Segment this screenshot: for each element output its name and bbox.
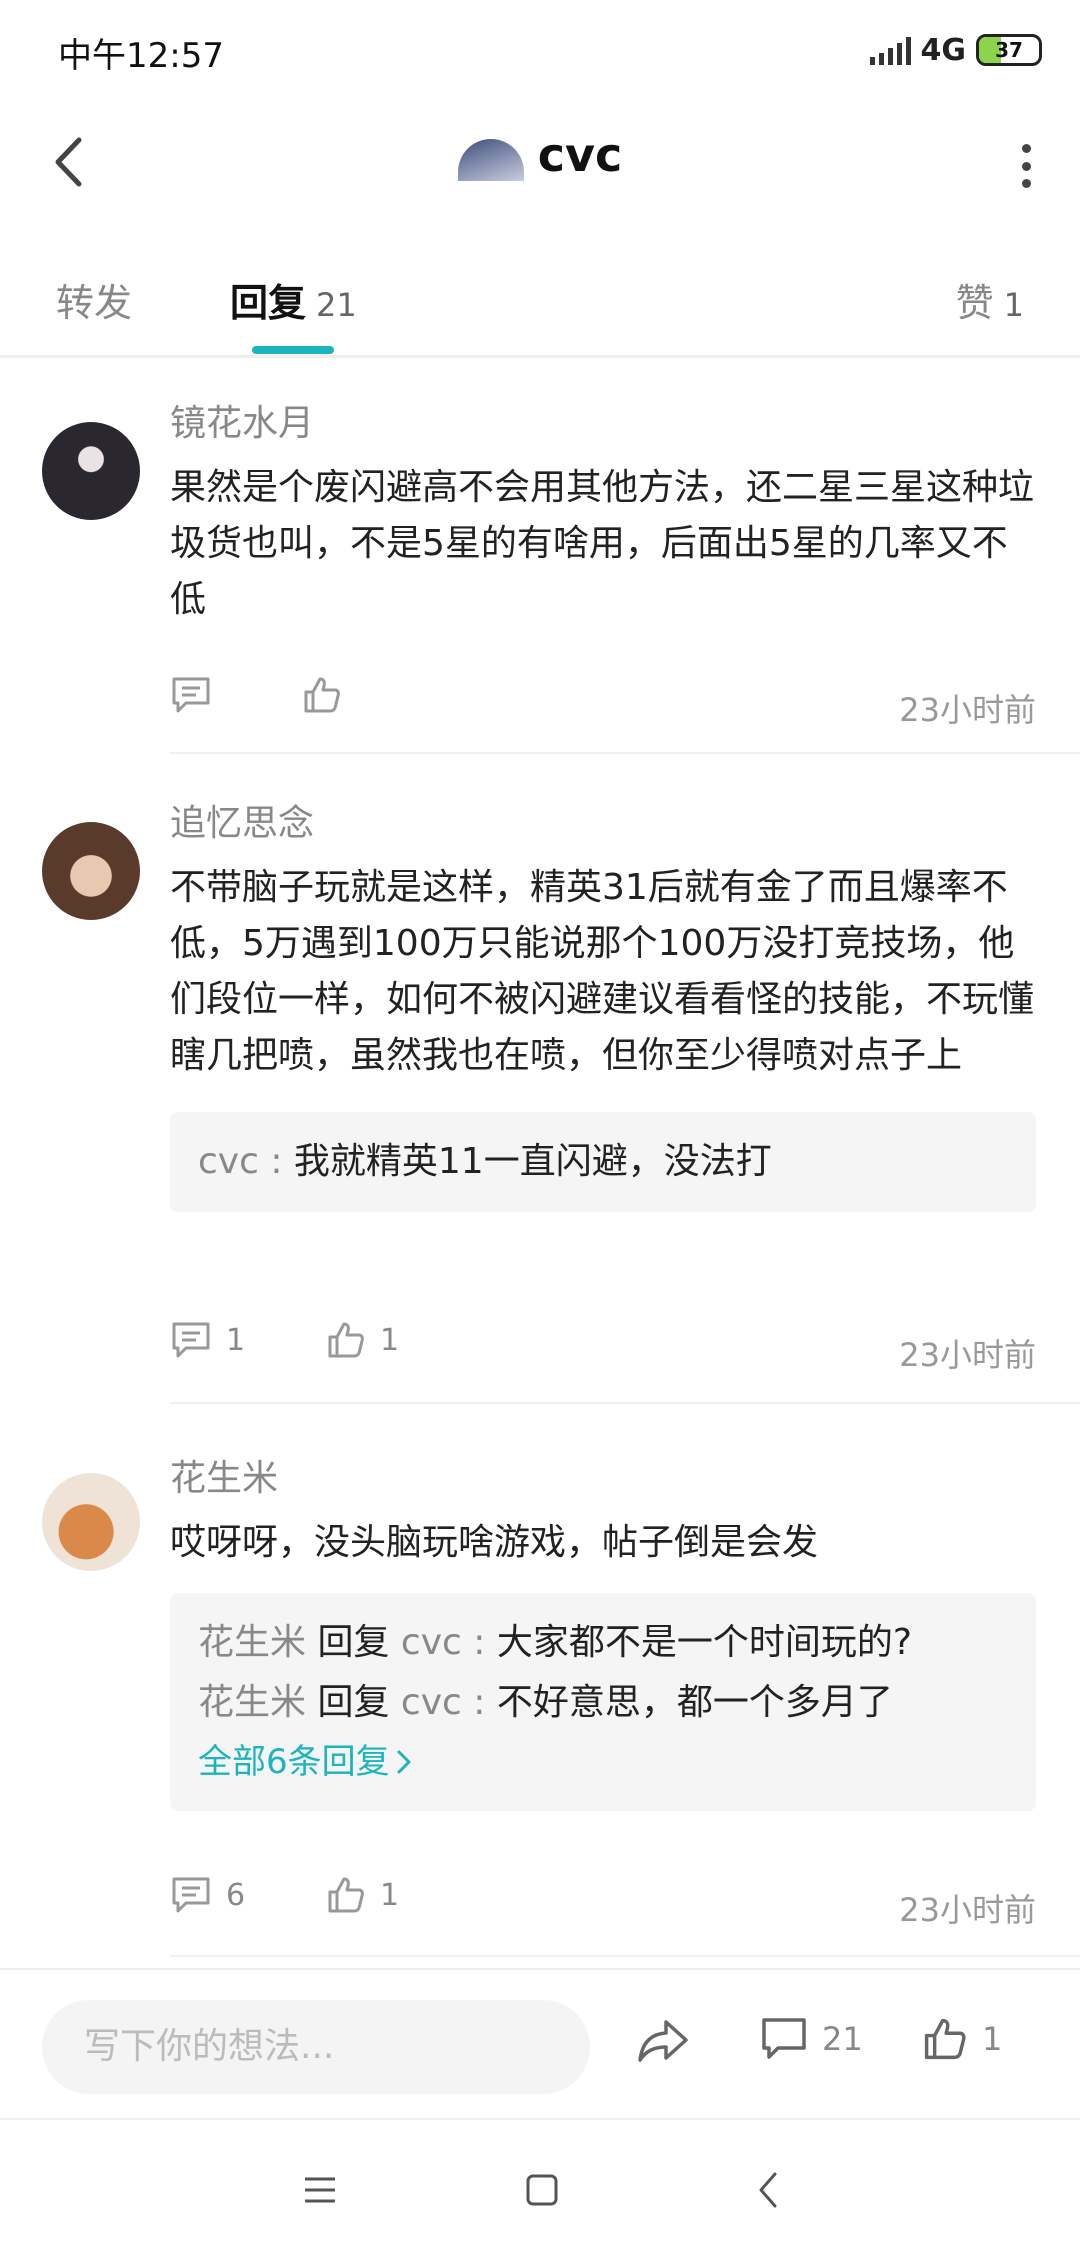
reply-separator: : — [461, 1622, 497, 1663]
all-replies-link[interactable]: 全部6条回复 — [198, 1733, 1008, 1791]
thumbs-up-icon — [304, 677, 340, 713]
status-indicators: 4G 37 — [869, 28, 1042, 72]
tab-reply[interactable]: 回复 21 — [230, 272, 357, 327]
comment-time: 23小时前 — [899, 691, 1036, 729]
tab-indicator — [252, 346, 334, 354]
header-user[interactable]: cvc — [0, 128, 1080, 182]
like-count: 1 — [380, 1877, 400, 1913]
comment-body: 镜花水月 果然是个废闪避高不会用其他方法，还二星三星这种垃圾货也叫，不是5星的有… — [170, 400, 1036, 628]
system-nav-bar — [0, 2118, 1080, 2248]
signal-icon — [869, 35, 911, 65]
reply-verb: 回复 — [306, 1682, 401, 1723]
comment-text: 哎呀呀，没头脑玩啥游戏，帖子倒是会发 — [170, 1522, 819, 1563]
like-count: 1 — [380, 1322, 400, 1358]
reply-button[interactable]: 6 — [170, 1875, 245, 1915]
avatar[interactable] — [42, 822, 140, 920]
battery-text: 37 — [995, 38, 1023, 62]
avatar[interactable] — [42, 1473, 140, 1571]
reply-button[interactable]: 1 — [170, 1320, 245, 1360]
tab-reply-label: 回复 — [230, 281, 307, 325]
comment-text: 果然是个废闪避高不会用其他方法，还二星三星这种垃圾货也叫，不是5星的有啥用，后面… — [170, 467, 1035, 620]
tab-forward-label: 转发 — [56, 281, 133, 325]
tab-like-label: 赞 — [955, 281, 994, 325]
tab-like-count: 1 — [1003, 286, 1024, 324]
comment-actions: 1 1 23小时前 — [170, 1320, 1036, 1380]
reply-target[interactable]: cvc — [401, 1682, 462, 1723]
reply-box[interactable]: cvc : 我就精英11一直闪避，没法打 — [170, 1112, 1036, 1212]
thumbs-up-icon — [328, 1877, 364, 1913]
avatar[interactable] — [42, 422, 140, 520]
like-button[interactable]: 1 — [326, 1875, 399, 1915]
comment-icon — [762, 2018, 806, 2059]
reply-username[interactable]: 花生米 — [198, 1622, 306, 1663]
tab-bar: 转发 回复 21 赞 1 — [0, 250, 1080, 358]
reply-item: 花生米 回复 cvc : 不好意思，都一个多月了 — [198, 1673, 1008, 1733]
menu-icon — [305, 2177, 335, 2203]
comment-text: 不带脑子玩就是这样，精英31后就有金了而且爆率不低，5万遇到100万只能说那个1… — [170, 867, 1035, 1076]
comment-count: 21 — [822, 2020, 863, 2058]
thumbs-up-icon — [328, 1322, 364, 1358]
reply-text: 我就精英11一直闪避，没法打 — [293, 1141, 772, 1182]
tab-forward[interactable]: 转发 — [56, 272, 132, 327]
comment-time: 23小时前 — [899, 1891, 1036, 1929]
share-button[interactable] — [636, 2016, 690, 2064]
like-button[interactable]: 1 — [326, 1320, 399, 1360]
reply-text: 大家都不是一个时间玩的? — [496, 1622, 912, 1663]
like-button[interactable]: 1 — [922, 2016, 1002, 2062]
bottom-action-bar: 写下你的想法... 21 1 — [0, 1968, 1080, 2118]
reply-separator: : — [258, 1141, 294, 1182]
comment-icon — [172, 1322, 210, 1358]
network-type: 4G — [920, 32, 967, 68]
comments-button[interactable]: 21 — [760, 2016, 863, 2062]
comment-icon — [172, 677, 210, 713]
comment-username[interactable]: 镜花水月 — [170, 400, 1036, 448]
tab-like[interactable]: 赞 1 — [956, 272, 1024, 327]
comment-body: 花生米 哎呀呀，没头脑玩啥游戏，帖子倒是会发 花生米 回复 cvc : 大家都不… — [170, 1455, 1036, 1811]
divider — [170, 1955, 1080, 1957]
comment-body: 追忆思念 不带脑子玩就是这样，精英31后就有金了而且爆率不低，5万遇到100万只… — [170, 800, 1036, 1212]
status-time: 中午12:57 — [58, 36, 224, 76]
reply-separator: : — [461, 1682, 497, 1723]
reply-target[interactable]: cvc — [401, 1622, 462, 1663]
avatar[interactable] — [457, 139, 524, 181]
tab-reply-count: 21 — [316, 286, 357, 324]
home-square-icon — [526, 2174, 558, 2206]
header: cvc — [0, 100, 1080, 230]
comment-actions: 6 1 23小时前 — [170, 1875, 1036, 1935]
share-icon — [638, 2020, 688, 2062]
comment-icon — [172, 1877, 210, 1913]
nav-back-button[interactable] — [738, 2160, 798, 2220]
all-replies-label: 全部6条回复 — [198, 1742, 390, 1782]
comment-actions: 23小时前 — [170, 675, 1036, 735]
reply-username[interactable]: 花生米 — [198, 1682, 306, 1723]
reply-box[interactable]: 花生米 回复 cvc : 大家都不是一个时间玩的? 花生米 回复 cvc : 不… — [170, 1593, 1036, 1811]
reply-username[interactable]: cvc — [198, 1141, 259, 1182]
reply-item: 花生米 回复 cvc : 大家都不是一个时间玩的? — [198, 1613, 1008, 1673]
divider — [170, 1402, 1080, 1404]
menu-button[interactable] — [290, 2160, 350, 2220]
reply-count: 6 — [226, 1877, 246, 1913]
home-button[interactable] — [512, 2160, 572, 2220]
comment-time: 23小时前 — [899, 1336, 1036, 1374]
reply-text: 不好意思，都一个多月了 — [496, 1682, 893, 1723]
more-menu-icon[interactable] — [1016, 144, 1036, 188]
thumbs-up-icon — [924, 2018, 966, 2060]
reply-item: cvc : 我就精英11一直闪避，没法打 — [198, 1132, 1008, 1192]
comment-username[interactable]: 花生米 — [170, 1455, 1036, 1503]
like-count: 1 — [982, 2020, 1003, 2058]
reply-button[interactable] — [170, 675, 212, 715]
chevron-right-icon — [397, 1750, 411, 1774]
chevron-left-icon — [759, 2172, 777, 2208]
like-button[interactable] — [302, 675, 342, 715]
battery-icon: 37 — [976, 34, 1042, 66]
page-title: cvc — [537, 128, 623, 182]
comment-input[interactable]: 写下你的想法... — [42, 2000, 590, 2094]
reply-count: 1 — [226, 1322, 246, 1358]
comment-username[interactable]: 追忆思念 — [170, 800, 1036, 848]
divider — [170, 752, 1080, 754]
status-bar: 中午12:57 4G 37 — [0, 0, 1080, 100]
reply-verb: 回复 — [306, 1622, 401, 1663]
